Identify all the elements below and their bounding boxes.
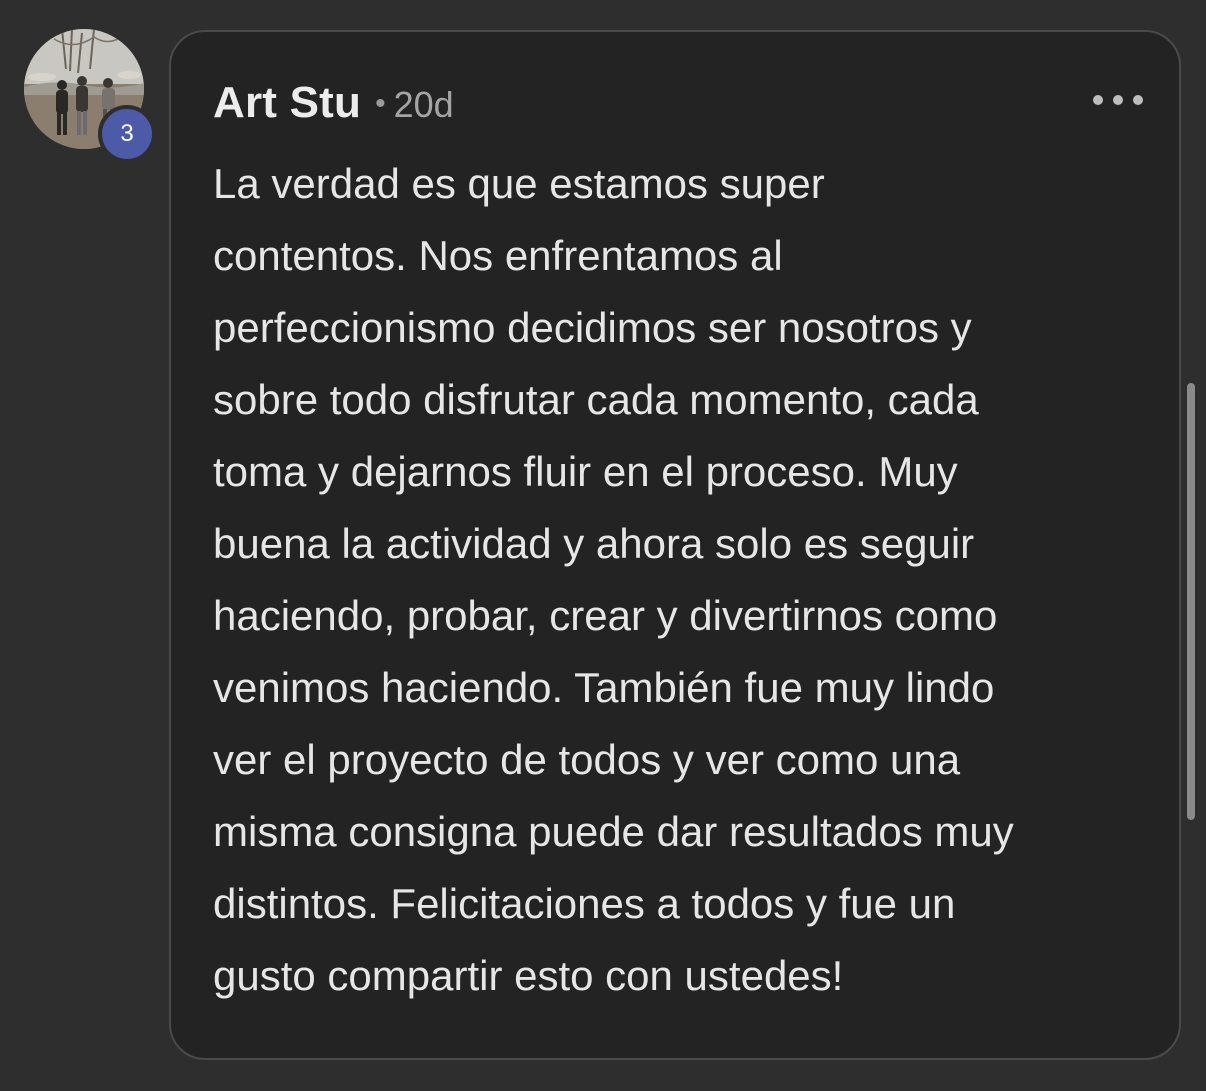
comment-header: Art Stu • 20d: [213, 78, 454, 128]
more-horizontal-icon: [1133, 95, 1143, 105]
meta-separator: •: [375, 87, 386, 120]
more-horizontal-icon: [1093, 95, 1103, 105]
comment-card: Art Stu • 20d La verdad es que estamos s…: [169, 30, 1181, 1060]
comment-page: 3 Art Stu • 20d La verdad es que estamos…: [0, 0, 1206, 1091]
scrollbar[interactable]: [1187, 383, 1195, 820]
comment-timestamp[interactable]: 20d: [394, 84, 454, 126]
more-options-button[interactable]: [1093, 88, 1143, 112]
author-avatar-container[interactable]: 3: [24, 29, 156, 163]
more-horizontal-icon: [1113, 95, 1123, 105]
author-name[interactable]: Art Stu: [213, 78, 361, 128]
comment-body: La verdad es que estamos super contentos…: [213, 160, 1014, 999]
user-level-badge: 3: [98, 105, 156, 163]
